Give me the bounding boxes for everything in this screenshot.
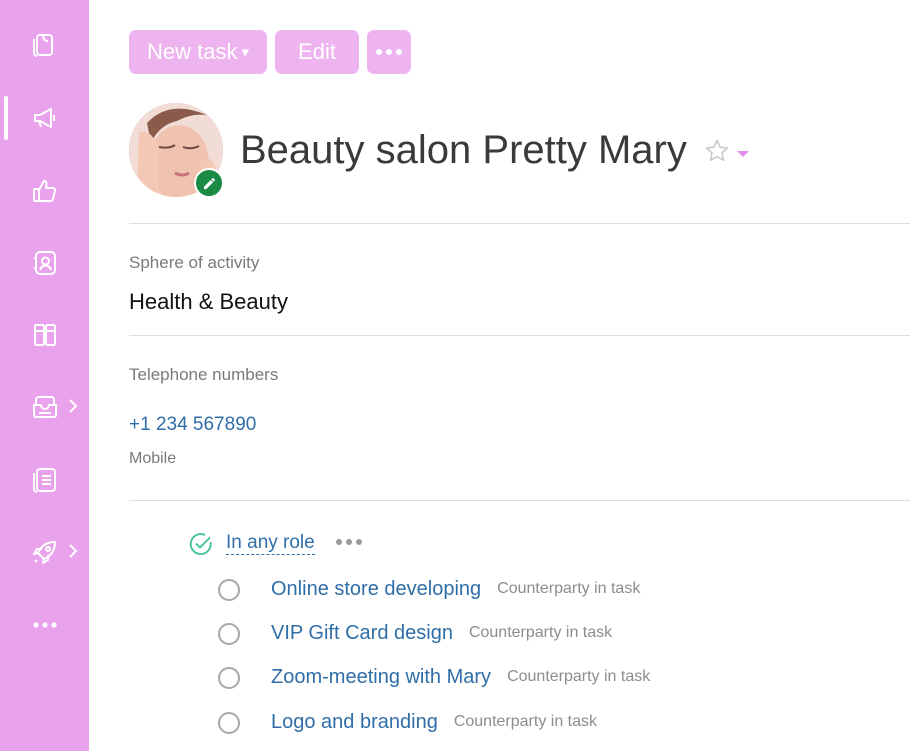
sidebar [0, 0, 89, 751]
rocket-icon [32, 541, 56, 564]
more-actions-button[interactable] [367, 30, 411, 74]
new-task-label: New task [146, 39, 238, 64]
more-dots-icon [32, 622, 57, 628]
sidebar-item-inbox[interactable] [0, 383, 89, 431]
megaphone-icon [33, 108, 55, 128]
chevron-right-icon [68, 542, 78, 560]
task-status-circle-icon[interactable] [218, 712, 240, 734]
sidebar-item-library[interactable] [0, 311, 89, 359]
role-options-icon[interactable] [336, 539, 362, 545]
task-name-link[interactable]: Online store developing [271, 578, 481, 601]
sidebar-item-feed[interactable] [0, 94, 89, 142]
phone-link[interactable]: +1 234 567890 [129, 414, 256, 436]
favorite-dropdown-icon[interactable] [736, 146, 750, 157]
phones-label: Telephone numbers [129, 365, 279, 384]
task-name-link[interactable]: Logo and branding [271, 711, 438, 734]
sidebar-item-documents[interactable] [0, 21, 89, 69]
task-role: Counterparty in task [497, 580, 641, 597]
phone-type: Mobile [129, 450, 177, 467]
task-row: Logo and branding Counterparty in task [218, 707, 597, 737]
task-name-link[interactable]: VIP Gift Card design [271, 622, 453, 645]
sidebar-item-more[interactable] [0, 601, 89, 649]
role-filter-link[interactable]: In any role [226, 532, 315, 555]
task-row: VIP Gift Card design Counterparty in tas… [218, 618, 612, 648]
sidebar-item-launch[interactable] [0, 528, 89, 576]
pencil-icon [203, 177, 215, 189]
sidebar-item-lists[interactable] [0, 456, 89, 504]
contacts-icon [33, 251, 56, 275]
chevron-right-icon [68, 397, 78, 415]
page-title: Beauty salon Pretty Mary [240, 128, 687, 172]
list-document-icon [32, 468, 56, 493]
check-circle-icon [189, 533, 212, 555]
more-dots-icon [376, 49, 402, 55]
edit-button[interactable]: Edit [275, 30, 359, 74]
task-name-link[interactable]: Zoom-meeting with Mary [271, 666, 491, 689]
sphere-value: Health & Beauty [129, 289, 288, 314]
sidebar-item-contacts[interactable] [0, 239, 89, 287]
divider [129, 223, 910, 224]
task-row: Online store developing Counterparty in … [218, 574, 640, 604]
sphere-label: Sphere of activity [129, 253, 260, 272]
sidebar-item-likes[interactable] [0, 167, 89, 215]
task-status-circle-icon[interactable] [218, 579, 240, 601]
thumbs-up-icon [32, 180, 56, 202]
divider [129, 500, 910, 501]
task-row: Zoom-meeting with Mary Counterparty in t… [218, 662, 650, 692]
task-role: Counterparty in task [453, 713, 598, 730]
task-status-circle-icon[interactable] [218, 623, 240, 645]
edit-avatar-button[interactable] [194, 168, 224, 198]
documents-icon [32, 34, 53, 57]
favorite-star-icon[interactable] [704, 138, 730, 164]
toolbar: New task ▾ Edit [129, 30, 411, 74]
books-icon [33, 324, 56, 346]
task-status-circle-icon[interactable] [218, 667, 240, 689]
dropdown-arrow-icon: ▾ [241, 44, 249, 61]
divider [129, 335, 910, 336]
inbox-tray-icon [32, 396, 57, 418]
task-role: Counterparty in task [507, 668, 651, 685]
task-role: Counterparty in task [468, 624, 613, 641]
edit-label: Edit [298, 39, 336, 64]
new-task-button[interactable]: New task ▾ [129, 30, 267, 74]
